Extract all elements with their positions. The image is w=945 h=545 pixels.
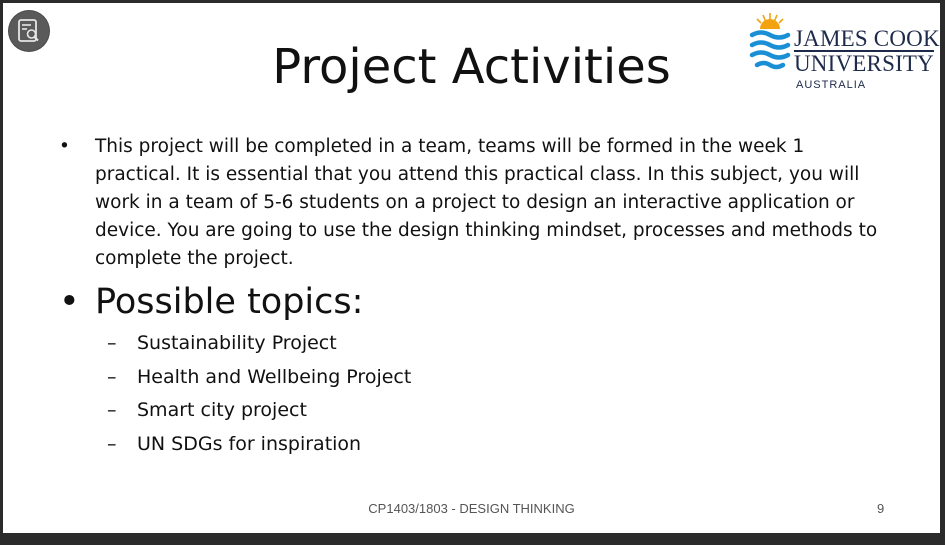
list-item: – Health and Wellbeing Project: [107, 361, 889, 395]
slide: Project Activities JAMES COOK UNIVERSITY…: [3, 3, 940, 533]
slide-body: • This project will be completed in a te…: [59, 133, 889, 461]
logo-line-3: AUSTRALIA: [796, 79, 867, 91]
logo-line-1: JAMES COOK: [794, 26, 940, 51]
logo-line-2: UNIVERSITY: [794, 50, 934, 76]
bullet-paragraph: • This project will be completed in a te…: [59, 133, 889, 273]
bullet-heading-text: Possible topics:: [95, 282, 364, 322]
dash-icon: –: [107, 399, 117, 421]
dash-icon: –: [107, 332, 117, 354]
list-item: – Sustainability Project: [107, 327, 889, 361]
topic-list: – Sustainability Project – Health and Well…: [107, 327, 889, 461]
list-item: – UN SDGs for inspiration: [107, 428, 889, 462]
page-number: 9: [877, 501, 885, 516]
list-item-text: Sustainability Project: [137, 332, 337, 354]
jcu-crest-icon: [749, 13, 791, 70]
list-item-text: Health and Wellbeing Project: [137, 365, 412, 388]
list-item-text: Smart city project: [137, 399, 307, 421]
logo-wordmark: JAMES COOK UNIVERSITY AUSTRALIA: [794, 27, 940, 91]
list-item-text: UN SDGs for inspiration: [137, 432, 362, 455]
bullet-heading: • Possible topics:: [59, 281, 889, 323]
document-search-icon: [18, 19, 39, 42]
slide-footer: CP1403/1803 - DESIGN THINKING: [368, 501, 575, 516]
dash-icon: –: [107, 432, 117, 455]
dash-icon: –: [107, 365, 117, 388]
bullet-paragraph-text: This project will be completed in a team…: [95, 136, 878, 269]
bullet-dot-icon: •: [59, 282, 80, 322]
university-logo: JAMES COOK UNIVERSITY AUSTRALIA: [748, 11, 940, 93]
bullet-dot-icon: •: [59, 136, 70, 157]
list-item: – Smart city project: [107, 394, 889, 428]
